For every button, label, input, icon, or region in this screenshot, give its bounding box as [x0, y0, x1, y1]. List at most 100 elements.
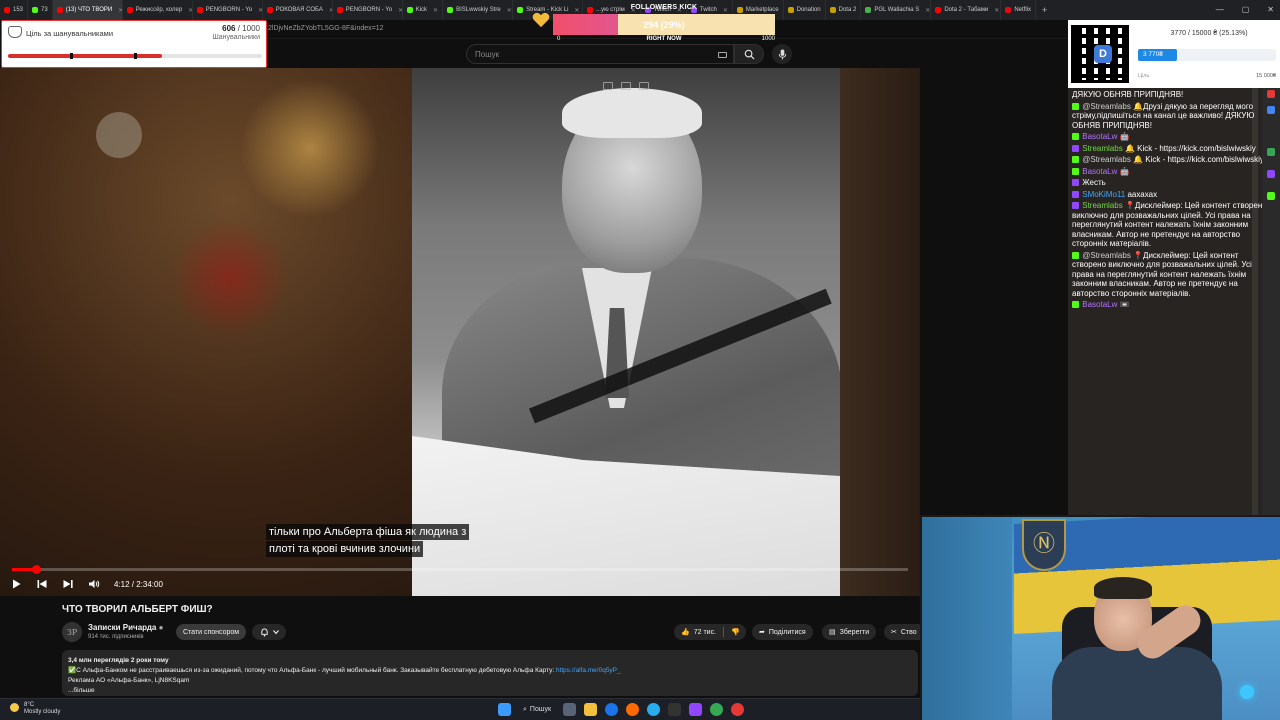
- browser-tab[interactable]: Dota 2: [826, 0, 862, 20]
- browser-tab-label: Режиссёр, колер: [135, 7, 183, 13]
- minimize-icon[interactable]: —: [1216, 5, 1224, 14]
- start-icon[interactable]: [498, 703, 511, 716]
- voice-search-button[interactable]: [772, 44, 792, 64]
- browser-icon[interactable]: [605, 703, 619, 716]
- copy-icon[interactable]: [639, 82, 649, 90]
- sidebar-icon[interactable]: [1267, 192, 1275, 200]
- browser-tab[interactable]: (13) ЧТО ТВОРИ✕: [52, 0, 123, 20]
- browser-tab[interactable]: Kick ✕: [403, 0, 444, 20]
- close-tab-icon[interactable]: ✕: [507, 7, 512, 14]
- twitch-icon: [1072, 179, 1079, 186]
- search-button[interactable]: [734, 44, 764, 64]
- taskbar-search[interactable]: ⌕ Пошук: [519, 706, 555, 714]
- show-more-button[interactable]: ...більше: [68, 686, 912, 696]
- description-ad: Реклама АО «Альфа-Банк», LjN8KSqam: [68, 677, 190, 684]
- keyboard-icon[interactable]: [718, 52, 727, 58]
- chat-username[interactable]: Streamlabs: [1082, 201, 1122, 210]
- donation-progress-bar: 3 770₴: [1138, 49, 1276, 61]
- image-icon[interactable]: [603, 82, 613, 90]
- close-tab-icon[interactable]: ✕: [433, 7, 438, 14]
- notifications-button[interactable]: [252, 624, 286, 640]
- firefox-icon[interactable]: [626, 703, 640, 716]
- close-tab-icon[interactable]: ✕: [994, 7, 999, 14]
- chat-username[interactable]: SMoKiMo11: [1082, 190, 1125, 199]
- chat-text: аахахах: [1127, 189, 1158, 199]
- browser-tab[interactable]: Режиссёр, колер ✕: [123, 0, 193, 20]
- telegram-icon[interactable]: [647, 703, 661, 716]
- new-tab-icon[interactable]: +: [1042, 5, 1047, 15]
- weather-widget[interactable]: 8°C Mostly cloudy: [24, 702, 60, 716]
- video-player[interactable]: [0, 68, 920, 596]
- next-icon[interactable]: [62, 578, 74, 590]
- close-icon[interactable]: ✕: [1267, 5, 1274, 14]
- video-progress-bar[interactable]: [12, 565, 908, 574]
- followers-max: 1000: [761, 36, 775, 42]
- chat-username[interactable]: @Streamlabs: [1082, 102, 1131, 111]
- chat-username[interactable]: BasotaLw: [1082, 167, 1117, 176]
- sponsor-button[interactable]: Стати спонсором: [176, 624, 247, 640]
- search-input[interactable]: Пошук: [466, 44, 734, 64]
- browser-tab[interactable]: Donation: [784, 0, 826, 20]
- task-view-icon[interactable]: [563, 703, 577, 716]
- chat-username[interactable]: Streamlabs: [1082, 144, 1122, 153]
- app-icon[interactable]: [731, 703, 745, 716]
- like-dislike-group: 👍 72 тис. 👎: [674, 624, 746, 640]
- browser-tab[interactable]: PENGBORN - Yo ✕: [193, 0, 263, 20]
- play-icon[interactable]: [10, 578, 22, 590]
- bell-icon: [260, 627, 268, 636]
- browser-tab[interactable]: PENGBORN - Yo ✕: [333, 0, 403, 20]
- channel-name-text[interactable]: Записки Ричарда: [88, 623, 156, 632]
- frame-icon[interactable]: [621, 82, 631, 90]
- photo-hair: [562, 88, 702, 138]
- address-url[interactable]: 2lDjvNeZbZYobTL5GG-8F&index=12: [268, 25, 384, 32]
- browser-tab[interactable]: Netflix: [1001, 0, 1036, 20]
- file-explorer-icon[interactable]: [584, 703, 598, 716]
- green-icon: [865, 7, 872, 13]
- browser-tab[interactable]: Dota 2 - Табами ✕: [931, 0, 1002, 20]
- browser-tab[interactable]: PGL Wallachia S ✕: [861, 0, 932, 20]
- fan-goal-marker: [134, 53, 137, 59]
- chat-username[interactable]: @Streamlabs: [1082, 155, 1131, 164]
- description-link[interactable]: https://alfa.me/0q5yP_: [556, 667, 621, 674]
- browser-tab-label: Kick: [415, 7, 428, 13]
- browser-tab[interactable]: РОКОВАЯ СОБА✕: [263, 0, 333, 20]
- channel-name[interactable]: Записки Ричарда ●: [88, 623, 163, 632]
- dislike-icon[interactable]: 👎: [731, 628, 740, 636]
- heart-icon: [532, 12, 550, 28]
- chrome-icon[interactable]: [710, 703, 724, 716]
- discord-icon[interactable]: [689, 703, 703, 716]
- chat-username[interactable]: BasotaLw: [1082, 132, 1117, 141]
- like-count[interactable]: 72 тис.: [694, 629, 716, 636]
- browser-tab[interactable]: 153: [0, 0, 29, 20]
- chat-text: 📼: [1119, 300, 1130, 309]
- close-tab-icon[interactable]: ✕: [925, 7, 930, 14]
- video-description[interactable]: 3,4 млн переглядів 2 роки тому ✅С Альфа-…: [62, 650, 918, 696]
- chat-username[interactable]: BasotaLw: [1082, 300, 1117, 309]
- channel-avatar[interactable]: ЗР: [62, 622, 82, 642]
- browser-tab[interactable]: BISLwwskiy Stre ✕: [443, 0, 514, 20]
- microphone-icon: [778, 48, 786, 60]
- subtitle-line: плоті та крові вчинив злочини: [266, 541, 424, 557]
- share-button[interactable]: ➦ Поділитися: [752, 624, 813, 640]
- sidebar-icon[interactable]: [1267, 148, 1275, 156]
- time-display: 4:12 / 2:34:00: [114, 579, 163, 589]
- save-label: Зберегти: [839, 628, 870, 636]
- chat-message: ДЯКУЮ ОБНЯВ ПРИПІДНЯВ!: [1072, 90, 1272, 100]
- browser-tab-label: PGL Wallachia S: [874, 7, 920, 13]
- share-icon: ➦: [759, 629, 765, 636]
- clip-button[interactable]: ✂ Ство: [884, 624, 920, 640]
- chat-username[interactable]: @Streamlabs: [1082, 251, 1131, 260]
- previous-icon[interactable]: [36, 578, 48, 590]
- save-button[interactable]: ▤ Зберегти: [822, 624, 877, 640]
- youtube-icon: [266, 7, 273, 13]
- chat-scrollbar[interactable]: [1252, 88, 1258, 515]
- browser-tab[interactable]: 73: [28, 0, 53, 20]
- sidebar-icon[interactable]: [1267, 170, 1275, 178]
- maximize-icon[interactable]: ▢: [1242, 5, 1250, 14]
- volume-icon[interactable]: [88, 578, 100, 590]
- followers-title: FOLLOWERS KICK: [630, 4, 698, 11]
- obs-icon[interactable]: [668, 703, 682, 716]
- sidebar-icon[interactable]: [1267, 106, 1275, 114]
- sidebar-icon[interactable]: [1267, 90, 1275, 98]
- like-icon[interactable]: 👍: [681, 628, 690, 636]
